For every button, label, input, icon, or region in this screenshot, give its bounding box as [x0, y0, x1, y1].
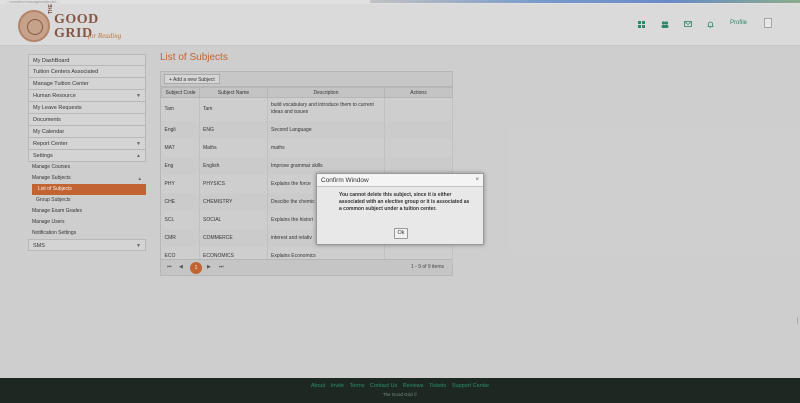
dialog-message: You cannot delete this subject, since it… [339, 192, 470, 212]
footer-link-reviews[interactable]: Reviews [403, 383, 424, 389]
close-icon[interactable]: × [475, 174, 479, 187]
dialog-title: Confirm Window [321, 177, 369, 184]
footer-link-invite[interactable]: Invite [331, 383, 344, 389]
footer-link-tickets[interactable]: Tickets [429, 383, 446, 389]
footer-link-about[interactable]: About [311, 383, 325, 389]
ok-button[interactable]: Ok [394, 228, 408, 239]
footer-link-terms[interactable]: Terms [349, 383, 364, 389]
confirm-dialog: Confirm Window × You cannot delete this … [316, 173, 484, 245]
footer-links: About Invite Terms Contact Us Reviews Ti… [0, 383, 800, 389]
dialog-title-bar: Confirm Window × [317, 174, 483, 187]
footer: About Invite Terms Contact Us Reviews Ti… [0, 378, 800, 403]
footer-copyright: The Good Grid © [382, 392, 418, 397]
footer-link-support[interactable]: Support Center [452, 383, 489, 389]
footer-link-contact[interactable]: Contact Us [370, 383, 397, 389]
